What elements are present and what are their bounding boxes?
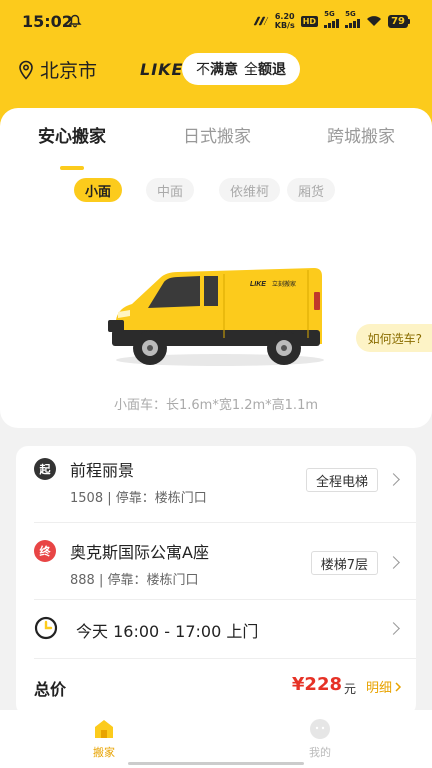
- city-selector[interactable]: 北京市: [18, 56, 97, 83]
- start-address-row[interactable]: 起 前程丽景 1508 | 停靠：楼栋门口 全程电梯: [16, 446, 416, 522]
- chip-small-van[interactable]: 小面: [74, 178, 123, 202]
- start-badge: 起: [34, 458, 56, 480]
- price-unit: 元: [343, 682, 356, 696]
- tab-japanese-moving[interactable]: 日式搬家: [183, 122, 251, 147]
- end-address-name: 奥克斯国际公寓A座: [70, 543, 209, 562]
- vehicle-selection-card: 安心搬家 日式搬家 跨城搬家 小面 中面 依维柯 厢货 LIKE 立刻搬家 如何…: [0, 108, 432, 428]
- nav-profile[interactable]: 我的: [290, 718, 350, 760]
- total-price-row: 总价 ¥228 元 明细: [16, 659, 416, 715]
- van-side-text: 立刻搬家: [272, 280, 296, 288]
- wifi-icon: [367, 16, 382, 26]
- status-indicators: 6.20 KB/s HD 5G 5G 79: [253, 10, 410, 30]
- app-header: 北京市 LIKE 不满意 全额退: [0, 52, 432, 88]
- tab-intercity-moving[interactable]: 跨城搬家: [327, 122, 395, 147]
- price-detail-link[interactable]: 明细: [366, 677, 402, 696]
- chevron-right-icon: [395, 681, 402, 692]
- nav-moving[interactable]: 搬家: [74, 718, 134, 760]
- vehicle-type-chips: 小面 中面 依维柯 厢货: [0, 178, 432, 204]
- vpn-speed-icon: [253, 16, 268, 26]
- van-illustration: LIKE 立刻搬家: [108, 268, 324, 366]
- van-logo: LIKE: [250, 281, 266, 288]
- vehicle-dimensions: 小面车：长1.6m*宽1.2m*高1.1m: [113, 398, 318, 413]
- chevron-right-icon: [387, 622, 400, 635]
- start-floor-tag[interactable]: 全程电梯: [305, 468, 378, 492]
- tab-anxin-moving[interactable]: 安心搬家: [38, 122, 106, 147]
- start-address-name: 前程丽景: [70, 461, 135, 480]
- how-to-choose-vehicle-button[interactable]: 如何选车?: [355, 324, 432, 352]
- order-details-card: 起 前程丽景 1508 | 停靠：楼栋门口 全程电梯 终 奥克斯国际公寓A座 8…: [16, 446, 416, 716]
- signal-icon-1: 5G: [324, 10, 340, 28]
- profile-icon: [310, 719, 330, 739]
- status-time: 15:02: [22, 12, 73, 31]
- city-name: 北京市: [40, 60, 98, 82]
- battery-icon: 79: [388, 14, 410, 28]
- chip-medium-van[interactable]: 中面: [146, 178, 195, 202]
- network-speed: 6.20 KB/s: [274, 12, 295, 30]
- start-address-detail: 1508 | 停靠：楼栋门口: [70, 491, 207, 506]
- pickup-time-row[interactable]: 今天 16:00 - 17:00 上门: [16, 600, 416, 658]
- notification-bell-icon: [68, 14, 82, 28]
- brand-logo: LIKE: [140, 60, 184, 79]
- total-label: 总价: [34, 680, 67, 699]
- chevron-right-icon: [387, 473, 400, 486]
- signal-icon-2: 5G: [345, 10, 361, 28]
- status-bar: 15:02 6.20 KB/s HD 5G 5G 79: [0, 0, 432, 44]
- service-tabs: 安心搬家 日式搬家 跨城搬家: [0, 122, 432, 170]
- end-badge: 终: [34, 540, 56, 562]
- clock-icon: [34, 616, 58, 640]
- chip-iveco[interactable]: 依维柯: [219, 178, 281, 202]
- chevron-right-icon: [387, 556, 400, 569]
- end-address-detail: 888 | 停靠：楼栋门口: [70, 573, 199, 588]
- end-floor-tag[interactable]: 楼梯7层: [310, 551, 378, 575]
- pickup-time-text: 今天 16:00 - 17:00 上门: [76, 622, 259, 641]
- total-price: ¥228: [291, 674, 342, 695]
- location-pin-icon: [19, 60, 33, 80]
- hd-badge: HD: [300, 15, 319, 27]
- home-indicator: [128, 762, 304, 765]
- refund-promo-banner[interactable]: 不满意 全额退: [182, 53, 300, 85]
- chip-box-truck[interactable]: 厢货: [287, 178, 336, 202]
- end-address-row[interactable]: 终 奥克斯国际公寓A座 888 | 停靠：楼栋门口 楼梯7层: [16, 523, 416, 599]
- bottom-navigation: 搬家 我的: [0, 710, 432, 768]
- active-tab-indicator: [60, 166, 84, 170]
- moving-home-icon: [95, 720, 113, 738]
